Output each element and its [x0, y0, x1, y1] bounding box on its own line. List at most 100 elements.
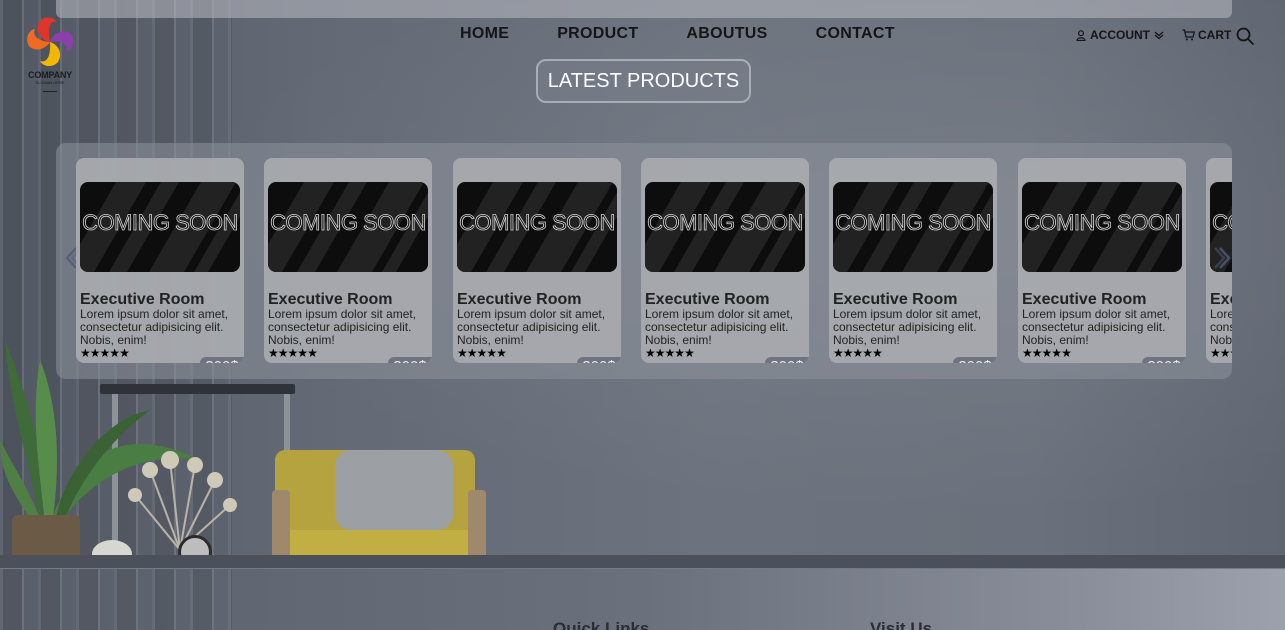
star-rating: ★★★★★ [645, 346, 695, 360]
vase-decoration [92, 540, 132, 568]
product-card[interactable]: COMING SOONExecutive RoomLorem ipsum dol… [641, 158, 809, 363]
star-rating: ★★★★★ [1022, 346, 1072, 360]
nav-contact[interactable]: CONTACT [816, 25, 895, 45]
star-icon: ★ [476, 346, 488, 360]
product-card[interactable]: COMING SOONExecutive RoomLorem ipsum dol… [76, 158, 244, 363]
star-icon: ★ [80, 346, 91, 360]
product-price: 300$ [388, 357, 432, 363]
nav-aboutus[interactable]: ABOUTUS [686, 25, 767, 45]
shelf-leg [112, 394, 118, 568]
search-button[interactable] [1236, 27, 1255, 51]
armchair-seat-decoration [282, 530, 478, 568]
star-rating: ★★★★★ [457, 346, 507, 360]
star-rating: ★★★★★ [1210, 347, 1232, 359]
logo-swirl-icon [27, 17, 74, 67]
star-icon: ★ [1061, 346, 1072, 360]
logo-tagline: SLOGAN HERE [35, 80, 65, 85]
star-icon: ★ [645, 346, 656, 360]
product-image[interactable]: COMING SOON [80, 182, 240, 272]
latest-products-heading[interactable]: LATEST PRODUCTS [536, 59, 751, 103]
main-nav: HOME PRODUCT ABOUTUS CONTACT [460, 25, 895, 45]
logo-name: COMPANY [28, 70, 72, 80]
product-price: 300$ [1142, 357, 1186, 363]
product-description: Lorem ipsum dolor sit amet, consectetur … [268, 307, 417, 347]
product-description: Lorem ipsum dolor sit amet, consectetur … [1022, 307, 1171, 347]
footer-curtain-decoration [0, 569, 232, 630]
star-icon: ★ [1210, 346, 1221, 360]
star-icon: ★ [1230, 346, 1232, 360]
coming-soon-text: COMING SOON [82, 210, 239, 236]
star-icon: ★ [307, 346, 318, 360]
product-image[interactable]: COMING SOON [833, 182, 993, 272]
chevron-down-icon [1154, 31, 1164, 40]
star-icon: ★ [268, 346, 279, 360]
coming-soon-text: COMING SOON [835, 210, 992, 236]
star-icon: ★ [466, 346, 478, 360]
star-icon: ★ [1031, 346, 1043, 360]
product-card[interactable]: COMING SOONExecutive RoomLorem ipsum dol… [264, 158, 432, 363]
star-icon: ★ [1041, 346, 1053, 360]
cart-label: CART [1198, 28, 1232, 42]
star-rating: ★★★★★ [80, 346, 130, 360]
star-icon: ★ [119, 346, 130, 360]
star-icon: ★ [674, 346, 685, 360]
star-icon: ★ [109, 346, 120, 360]
product-description: Lorem ipsum dolor sit amet, consectetur … [1210, 307, 1232, 347]
nav-product[interactable]: PRODUCT [557, 25, 638, 45]
product-description: Lorem ipsum dolor sit amet, consectetur … [645, 307, 794, 347]
footer: Quick Links Visit Us [0, 568, 1285, 630]
shelf-leg [284, 394, 290, 568]
top-bar [56, 0, 1232, 18]
armchair-decoration [275, 450, 475, 532]
star-icon: ★ [1051, 346, 1062, 360]
clock-decoration [178, 535, 212, 568]
armchair-arm [468, 490, 486, 568]
pillow-decoration [335, 450, 453, 530]
coming-soon-text: COMING SOON [1212, 210, 1232, 236]
search-icon [1236, 27, 1255, 46]
product-price: 300$ [765, 357, 809, 363]
star-icon: ★ [99, 346, 111, 360]
product-price: 300$ [577, 357, 621, 363]
product-card[interactable]: COMING SOONExecutive RoomLorem ipsum dol… [453, 158, 621, 363]
coming-soon-text: COMING SOON [459, 210, 616, 236]
product-image[interactable]: COMING SOON [268, 182, 428, 272]
footer-heading-visit-us: Visit Us [870, 619, 933, 630]
product-card[interactable]: COMING SOONExecutive RoomLorem ipsum dol… [829, 158, 997, 363]
star-icon: ★ [862, 346, 873, 360]
footer-heading-quick-links: Quick Links [553, 619, 650, 630]
coming-soon-text: COMING SOON [1024, 210, 1181, 236]
product-description: Lorem ipsum dolor sit amet, consectetur … [457, 307, 606, 347]
product-price: 300$ [200, 357, 244, 363]
chevron-right-icon [1214, 247, 1231, 269]
product-description: Lorem ipsum dolor sit amet, consectetur … [833, 307, 982, 347]
star-icon: ★ [496, 346, 507, 360]
dried-flowers-decoration [128, 451, 237, 550]
star-icon: ★ [654, 346, 666, 360]
star-icon: ★ [1219, 346, 1231, 360]
armchair-arm [272, 490, 290, 568]
cart-icon [1182, 29, 1195, 41]
star-icon: ★ [486, 346, 497, 360]
account-menu[interactable]: ACCOUNT [1076, 28, 1164, 42]
product-image[interactable]: COMING SOON [457, 182, 617, 272]
coming-soon-text: COMING SOON [647, 210, 804, 236]
star-rating: ★★★★★ [268, 346, 318, 360]
star-icon: ★ [664, 346, 676, 360]
nav-home[interactable]: HOME [460, 25, 509, 45]
account-label: ACCOUNT [1090, 28, 1150, 42]
cart-link[interactable]: CART [1182, 28, 1231, 42]
user-icon [1076, 29, 1086, 41]
product-image[interactable]: COMING SOON [645, 182, 805, 272]
product-image[interactable]: COMING SOON [1022, 182, 1182, 272]
product-description: Lorem ipsum dolor sit amet, consectetur … [80, 307, 229, 347]
floor-decoration [0, 555, 1285, 568]
product-card[interactable]: COMING SOONExecutive RoomLorem ipsum dol… [1018, 158, 1186, 363]
star-icon: ★ [457, 346, 468, 360]
coming-soon-text: COMING SOON [270, 210, 427, 236]
product-carousel: COMING SOON Executive Room Lorem ipsum dol… [56, 143, 1232, 379]
carousel-next-button[interactable] [1214, 245, 1232, 271]
star-icon: ★ [1022, 346, 1033, 360]
plant-pot-decoration [12, 515, 80, 567]
company-logo[interactable]: COMPANY SLOGAN HERE [22, 14, 78, 98]
